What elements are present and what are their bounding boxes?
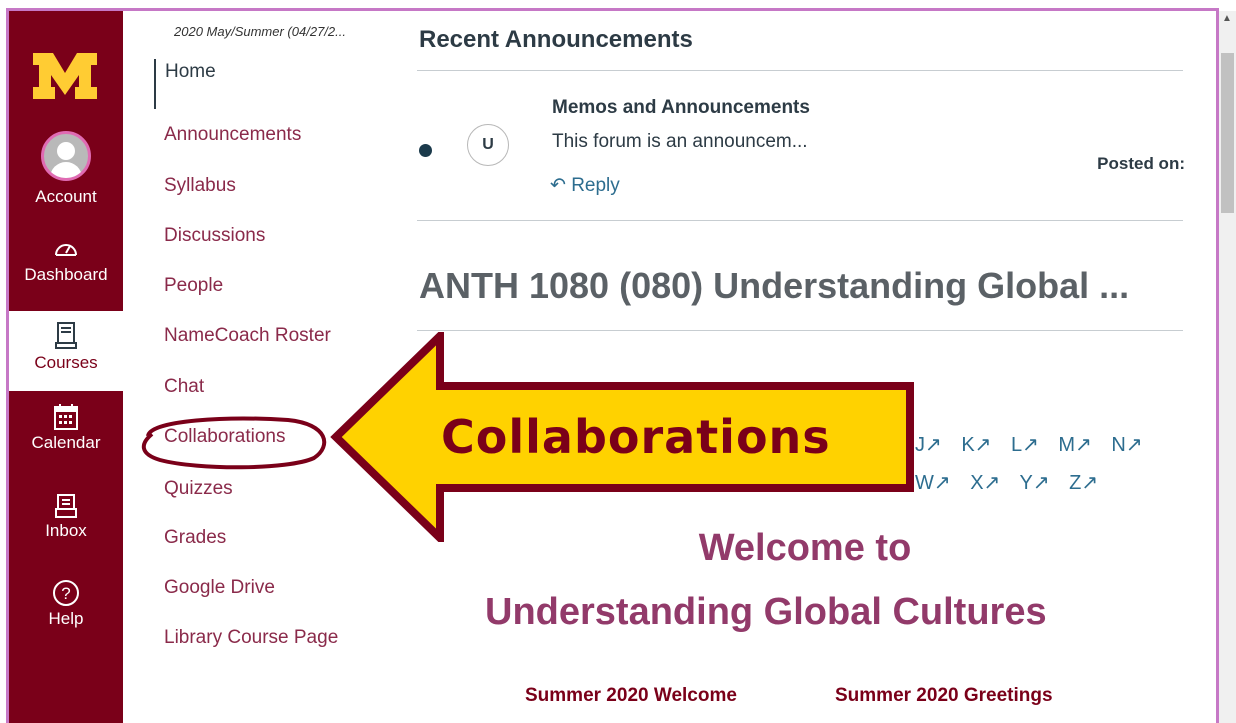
course-nav-syllabus[interactable]: Syllabus	[164, 175, 236, 197]
courses-icon	[55, 322, 77, 349]
summer-welcome-link[interactable]: Summer 2020 Welcome	[525, 685, 737, 707]
divider	[417, 220, 1183, 221]
course-title: ANTH 1080 (080) Understanding Global ...	[419, 265, 1130, 306]
course-nav-quizzes[interactable]: Quizzes	[164, 478, 233, 500]
global-nav-calendar-label: Calendar	[31, 433, 101, 452]
global-nav-help[interactable]: ? Help	[9, 579, 123, 629]
global-nav: Account Dashboard Courses Calendar Inbox…	[9, 11, 123, 723]
course-nav-namecoach-roster[interactable]: NameCoach Roster	[164, 325, 331, 347]
recent-announcements-heading: Recent Announcements	[419, 26, 693, 53]
global-nav-account[interactable]: Account	[9, 131, 123, 207]
inbox-icon	[55, 494, 77, 518]
course-nav-chat[interactable]: Chat	[164, 376, 204, 398]
callout-label: Collaborations	[441, 410, 831, 464]
posted-on-label: Posted on:	[1097, 154, 1185, 173]
letter-index-row-2[interactable]: W↗ X↗ Y↗ Z↗	[915, 470, 1098, 495]
global-nav-dashboard[interactable]: Dashboard	[9, 237, 123, 285]
course-nav-home[interactable]: Home	[154, 59, 216, 109]
scroll-thumb[interactable]	[1221, 53, 1234, 213]
divider	[417, 330, 1183, 331]
global-nav-account-label: Account	[35, 187, 97, 206]
course-nav-announcements[interactable]: Announcements	[164, 124, 301, 146]
summer-greetings-link[interactable]: Summer 2020 Greetings	[835, 685, 1053, 707]
letter-index-row-1[interactable]: J↗ K↗ L↗ M↗ N↗	[915, 432, 1143, 457]
help-icon: ?	[53, 580, 79, 606]
dashboard-icon	[55, 244, 77, 256]
global-nav-calendar[interactable]: Calendar	[9, 403, 123, 453]
course-nav-discussions[interactable]: Discussions	[164, 225, 265, 247]
global-nav-help-label: Help	[48, 609, 84, 628]
svg-text:?: ?	[61, 584, 70, 603]
announcement-body: This forum is an announcem...	[552, 131, 808, 152]
course-nav-library-course-page[interactable]: Library Course Page	[164, 627, 338, 649]
global-nav-inbox[interactable]: Inbox	[9, 493, 123, 541]
vertical-scrollbar[interactable]: ▲	[1219, 11, 1236, 723]
divider	[417, 70, 1183, 71]
calendar-icon	[54, 404, 78, 430]
global-nav-courses-label: Courses	[34, 353, 98, 372]
course-nav-google-drive[interactable]: Google Drive	[164, 577, 275, 599]
author-avatar: U	[467, 124, 509, 166]
course-nav-people[interactable]: People	[164, 275, 223, 297]
announcement-title[interactable]: Memos and Announcements	[552, 97, 810, 119]
course-nav-home-label: Home	[165, 61, 216, 82]
global-nav-courses[interactable]: Courses	[9, 311, 123, 391]
account-icon	[41, 131, 91, 181]
unread-indicator	[419, 144, 432, 157]
reply-icon: ↶	[550, 175, 566, 196]
reply-label: Reply	[571, 175, 620, 196]
reply-link[interactable]: ↶ Reply	[550, 174, 620, 197]
university-logo[interactable]	[31, 51, 99, 101]
term-label: 2020 May/Summer (04/27/2...	[174, 24, 346, 39]
course-nav-grades[interactable]: Grades	[164, 527, 226, 549]
global-nav-dashboard-label: Dashboard	[24, 265, 108, 284]
welcome-heading-line-2: Understanding Global Cultures	[485, 591, 1047, 633]
scroll-up-icon[interactable]: ▲	[1222, 13, 1232, 24]
highlight-circle	[141, 416, 327, 470]
global-nav-inbox-label: Inbox	[45, 521, 87, 540]
